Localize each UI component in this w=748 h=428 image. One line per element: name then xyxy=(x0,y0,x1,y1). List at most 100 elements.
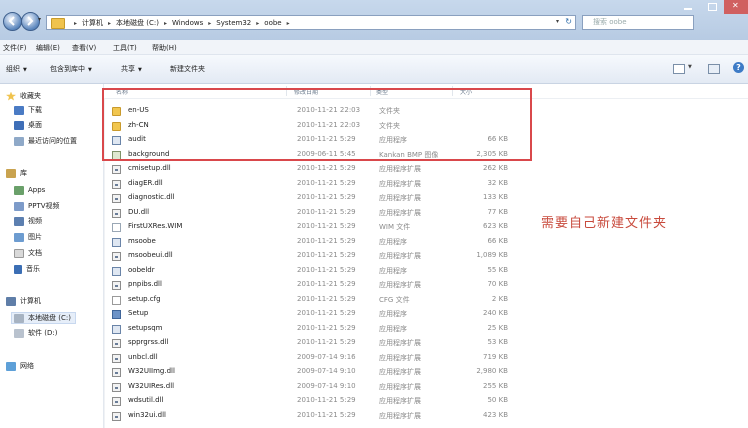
star-icon xyxy=(6,91,16,101)
file-date: 2010-11-21 5:29 xyxy=(297,207,356,216)
pictures-icon xyxy=(14,232,24,242)
sidebar-item-label: 最近访问的位置 xyxy=(28,137,77,145)
chevron-right-icon[interactable]: ▸ xyxy=(287,18,290,30)
file-row[interactable]: cmisetup.dll 2010-11-21 5:29 应用程序扩展 262 KB xyxy=(112,162,522,176)
file-row[interactable]: spprgrss.dll 2010-11-21 5:29 应用程序扩展 53 KB xyxy=(112,336,522,350)
minimize-button[interactable] xyxy=(676,0,700,14)
file-row[interactable]: msoobe 2010-11-21 5:29 应用程序 66 KB xyxy=(112,235,522,249)
cfg-file-icon xyxy=(112,295,121,305)
include-label: 包含到库中 xyxy=(50,65,85,73)
file-size: 77 KB xyxy=(487,207,508,216)
sidebar-item-video[interactable]: 视频 xyxy=(14,216,42,226)
file-row[interactable]: Setup 2010-11-21 5:29 应用程序 240 KB xyxy=(112,307,522,321)
sidebar-item-label: 本地磁盘 (C:) xyxy=(28,314,71,322)
chevron-down-icon: ▼ xyxy=(88,67,92,73)
back-arrow-icon xyxy=(8,16,15,26)
sidebar-item-label: 收藏夹 xyxy=(20,92,41,100)
video-icon xyxy=(14,216,24,226)
new-folder-button[interactable]: 新建文件夹 xyxy=(170,64,205,74)
file-type: 应用程序扩展 xyxy=(379,368,421,376)
sidebar-item-documents[interactable]: 文档 xyxy=(14,248,42,258)
file-type: 应用程序扩展 xyxy=(379,194,421,202)
breadcrumb-item[interactable]: Windows xyxy=(172,17,203,29)
file-row[interactable]: oobeldr 2010-11-21 5:29 应用程序 55 KB xyxy=(112,264,522,278)
file-name: DU.dll xyxy=(128,207,150,216)
menu-view[interactable]: 查看(V) xyxy=(72,43,96,53)
sidebar-item-apps[interactable]: Apps xyxy=(14,185,45,195)
sidebar-item-label: 音乐 xyxy=(26,265,40,273)
chevron-right-icon[interactable]: ▸ xyxy=(164,18,167,30)
file-row[interactable]: W32UIRes.dll 2009-07-14 9:10 应用程序扩展 255 KB xyxy=(112,380,522,394)
file-row[interactable]: msoobeui.dll 2010-11-21 5:29 应用程序扩展 1,089 K… xyxy=(112,249,522,263)
organize-button[interactable]: 组织 ▼ xyxy=(6,64,27,74)
sidebar-item-pptv[interactable]: PPTV视频 xyxy=(14,201,60,211)
sidebar-item-downloads[interactable]: 下载 xyxy=(14,105,42,115)
sidebar-item-recent[interactable]: 最近访问的位置 xyxy=(14,136,77,146)
file-row[interactable]: unbcl.dll 2009-07-14 9:16 应用程序扩展 719 KB xyxy=(112,351,522,365)
file-date: 2010-11-21 5:29 xyxy=(297,280,356,288)
file-row[interactable]: pnpibs.dll 2010-11-21 5:29 应用程序扩展 70 KB xyxy=(112,278,522,292)
dll-file-icon xyxy=(112,281,121,290)
file-date: 2009-07-14 9:10 xyxy=(297,367,356,375)
sidebar-item-computer[interactable]: 计算机 xyxy=(6,296,41,306)
file-row[interactable]: wdsutil.dll 2010-11-21 5:29 应用程序扩展 50 KB xyxy=(112,394,522,408)
sidebar-item-software-disk[interactable]: 软件 (D:) xyxy=(14,328,57,338)
refresh-icon[interactable]: ↻ xyxy=(565,17,572,26)
chevron-right-icon[interactable]: ▸ xyxy=(208,18,211,30)
breadcrumb-item[interactable]: oobe xyxy=(264,17,281,29)
menu-file[interactable]: 文件(F) xyxy=(3,43,27,53)
sidebar-item-label: 计算机 xyxy=(20,297,41,305)
sidebar-item-music[interactable]: 音乐 xyxy=(14,264,40,274)
breadcrumb-item[interactable]: 计算机 xyxy=(82,17,103,29)
file-row[interactable]: setupsqm 2010-11-21 5:29 应用程序 25 KB xyxy=(112,322,522,336)
file-type: 应用程序扩展 xyxy=(379,252,421,260)
chevron-right-icon[interactable]: ▸ xyxy=(108,18,111,30)
close-button[interactable] xyxy=(724,0,748,14)
breadcrumb-item[interactable]: System32 xyxy=(216,17,251,29)
sidebar-item-local-disk[interactable]: 本地磁盘 (C:) xyxy=(11,312,76,324)
sidebar-item-desktop[interactable]: 桌面 xyxy=(14,120,42,130)
share-button[interactable]: 共享 ▼ xyxy=(121,64,142,74)
file-size: 2,980 KB xyxy=(476,367,508,375)
menu-help[interactable]: 帮助(H) xyxy=(152,43,177,53)
file-row[interactable]: FirstUXRes.WIM 2010-11-21 5:29 WIM 文件 623 K… xyxy=(112,220,522,234)
chevron-down-icon[interactable]: ▼ xyxy=(688,64,692,70)
view-options-icon[interactable] xyxy=(673,64,685,74)
menu-tools[interactable]: 工具(T) xyxy=(113,43,137,53)
search-input[interactable]: 搜索 oobe xyxy=(582,15,694,30)
file-size: 255 KB xyxy=(483,381,508,390)
file-name: pnpibs.dll xyxy=(128,280,162,288)
navigation-pane: 收藏夹 下载 桌面 最近访问的位置 库 Apps PPTV视频 视频 图片 文档… xyxy=(0,84,104,428)
recent-pages-dropdown[interactable]: ▾ xyxy=(38,16,44,24)
file-row[interactable]: diagnostic.dll 2010-11-21 5:29 应用程序扩展 133 K… xyxy=(112,191,522,205)
file-row[interactable]: DU.dll 2010-11-21 5:29 应用程序扩展 77 KB xyxy=(112,206,522,220)
file-size: 53 KB xyxy=(487,338,508,346)
address-bar[interactable]: ▸ 计算机 ▸ 本地磁盘 (C:) ▸ Windows ▸ System32 ▸ oobe ▸ ▾ … xyxy=(46,15,576,30)
sidebar-item-label: 下载 xyxy=(28,106,42,114)
file-type: CFG 文件 xyxy=(379,295,410,304)
preview-pane-icon[interactable] xyxy=(708,64,720,74)
dll-file-icon xyxy=(112,411,121,421)
chevron-right-icon[interactable]: ▸ xyxy=(256,18,259,30)
help-icon[interactable]: ? xyxy=(733,62,744,73)
file-size: 55 KB xyxy=(487,265,508,274)
file-row[interactable]: win32ui.dll 2010-11-21 5:29 应用程序扩展 423 KB xyxy=(112,409,522,423)
sidebar-item-libraries[interactable]: 库 xyxy=(6,168,27,178)
file-row[interactable]: setup.cfg 2010-11-21 5:29 CFG 文件 2 KB xyxy=(112,293,522,307)
file-name: unbcl.dll xyxy=(128,352,158,361)
address-dropdown-icon[interactable]: ▾ xyxy=(556,18,559,25)
back-button[interactable] xyxy=(3,12,22,31)
maximize-button[interactable] xyxy=(700,0,724,14)
sidebar-item-pictures[interactable]: 图片 xyxy=(14,232,42,242)
include-in-library-button[interactable]: 包含到库中 ▼ xyxy=(50,64,92,74)
menu-edit[interactable]: 编辑(E) xyxy=(36,43,60,53)
file-name: spprgrss.dll xyxy=(128,338,169,346)
sidebar-item-label: 图片 xyxy=(28,233,42,241)
sidebar-item-network[interactable]: 网络 xyxy=(6,361,34,371)
breadcrumb-item[interactable]: 本地磁盘 (C:) xyxy=(116,17,159,29)
setup-file-icon xyxy=(112,310,121,319)
file-date: 2010-11-21 5:29 xyxy=(297,164,356,172)
file-row[interactable]: diagER.dll 2010-11-21 5:29 应用程序扩展 32 KB xyxy=(112,177,522,191)
sidebar-item-favorites[interactable]: 收藏夹 xyxy=(6,91,41,101)
file-row[interactable]: W32UIImg.dll 2009-07-14 9:10 应用程序扩展 2,980 K… xyxy=(112,365,522,379)
